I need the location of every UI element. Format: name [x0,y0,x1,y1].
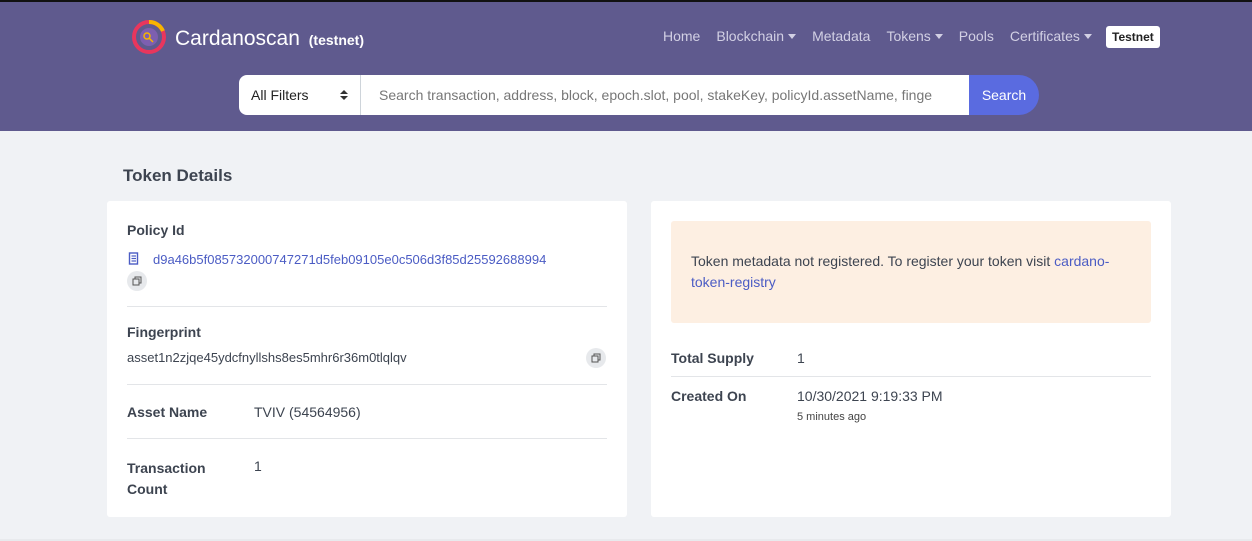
network-badge[interactable]: Testnet [1106,26,1160,48]
nav-tokens[interactable]: Tokens [886,28,943,44]
copy-policy-button[interactable] [127,271,147,291]
nav-metadata[interactable]: Metadata [812,28,870,44]
divider [127,306,607,307]
fingerprint-label: Fingerprint [127,324,201,340]
nav-certificates[interactable]: Certificates [1010,28,1092,44]
tx-count-value: 1 [254,458,262,474]
token-registry-link-part2: token-registry [691,274,776,290]
nav-pools[interactable]: Pools [959,28,994,44]
tx-count-label-line1: Transaction [127,460,206,476]
filter-select[interactable]: All Filters [239,75,361,115]
created-on-value: 10/30/2021 9:19:33 PM [797,388,943,404]
nav-tokens-label: Tokens [886,28,931,44]
fingerprint-value: asset1n2zjqe45ydcfnyllshs8es5mhr6r36m0tl… [127,350,407,365]
divider [127,384,607,385]
search-bar: All Filters Search [239,75,1039,115]
filter-select-value: All Filters [251,87,309,103]
script-icon [128,252,139,265]
metadata-notice-text: Token metadata not registered. To regist… [691,253,1055,269]
nav-home[interactable]: Home [663,28,700,44]
created-on-label: Created On [671,388,747,404]
search-button[interactable]: Search [969,75,1039,115]
token-info-card: Token metadata not registered. To regist… [651,201,1171,517]
policy-id-link[interactable]: d9a46b5f085732000747271d5feb09105e0c506d… [153,252,546,267]
brand-network-tag: (testnet) [308,32,364,48]
token-details-card: Policy Id d9a46b5f085732000747271d5feb09… [107,201,627,517]
policy-id-label: Policy Id [127,222,185,238]
caret-down-icon [1083,33,1092,39]
search-input[interactable] [361,75,969,115]
nav-blockchain-label: Blockchain [716,28,785,44]
total-supply-label: Total Supply [671,350,754,366]
copy-icon [132,276,142,286]
tx-count-label-line2: Count [127,481,168,497]
brand-title[interactable]: Cardanoscan (testnet) [175,27,364,51]
page-title: Token Details [123,166,233,185]
select-arrows-icon [340,90,348,100]
asset-name-value: TVIV (54564956) [254,404,361,420]
copy-icon [591,353,601,363]
copy-fingerprint-button[interactable] [586,348,606,368]
metadata-notice: Token metadata not registered. To regist… [671,221,1151,323]
token-registry-link-part1: cardano- [1054,253,1110,269]
caret-down-icon [934,33,943,39]
divider [671,376,1151,377]
brand-name: Cardanoscan [175,27,300,50]
main-nav: Home Blockchain Metadata Tokens Pools Ce… [663,28,1108,44]
asset-name-label: Asset Name [127,404,208,420]
site-header: Cardanoscan (testnet) Home Blockchain Me… [0,2,1252,131]
nav-certificates-label: Certificates [1009,28,1080,44]
cardanoscan-logo-icon[interactable] [130,18,168,56]
created-ago: 5 minutes ago [797,411,867,423]
nav-pools-label: Pools [958,28,994,44]
divider [127,438,607,439]
tx-count-label: Transaction Count [127,458,206,500]
nav-metadata-label: Metadata [812,28,871,44]
nav-home-label: Home [663,28,701,44]
total-supply-value: 1 [797,350,805,366]
nav-blockchain[interactable]: Blockchain [716,28,797,44]
caret-down-icon [788,33,797,39]
